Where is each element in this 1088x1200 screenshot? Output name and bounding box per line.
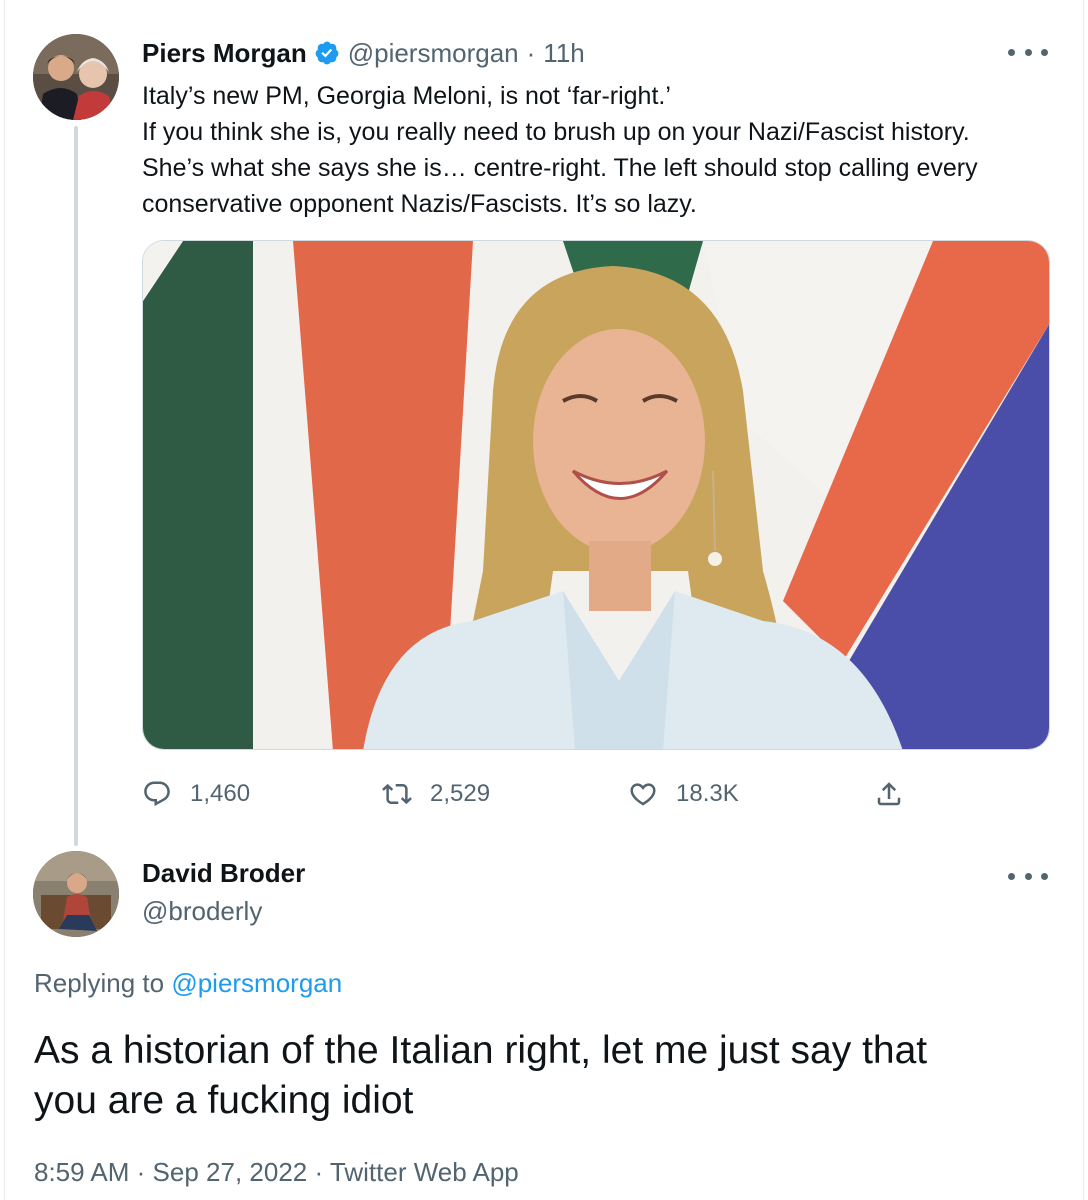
tweet-text-line: She’s what she says she is… centre-right… xyxy=(142,154,978,182)
tweet-text-line: conservative opponent Nazis/Fascists. It… xyxy=(142,190,697,218)
reply-text-line: As a historian of the Italian right, let… xyxy=(34,1029,928,1072)
retweet-count: 2,529 xyxy=(430,780,491,807)
reply-time[interactable]: 8:59 AM xyxy=(34,1157,129,1187)
reply-timestamp-line: 8:59 AM · Sep 27, 2022 · Twitter Web App xyxy=(34,1157,519,1188)
like-button[interactable]: 18.3K xyxy=(628,774,739,814)
tweet-time-ago[interactable]: 11h xyxy=(543,38,584,69)
author-handle[interactable]: @piersmorgan xyxy=(348,38,519,69)
heart-icon xyxy=(630,783,656,806)
reply-author-handle[interactable]: @broderly xyxy=(142,896,262,927)
meta-separator: · xyxy=(136,1157,146,1187)
tweet-text-line: Italy’s new PM, Georgia Meloni, is not ‘… xyxy=(142,82,671,110)
david-broder-avatar[interactable] xyxy=(33,851,119,937)
share-upload-icon xyxy=(877,782,901,806)
author-name[interactable]: Piers Morgan xyxy=(142,38,307,69)
parent-tweet-text: Italy’s new PM, Georgia Meloni, is not ‘… xyxy=(142,78,1052,222)
reply-source-app[interactable]: Twitter Web App xyxy=(330,1157,519,1187)
share-button[interactable] xyxy=(874,774,904,814)
verified-badge-icon xyxy=(314,40,340,66)
replying-to-line: Replying to @piersmorgan xyxy=(34,968,342,999)
retweet-arrows-icon xyxy=(382,783,412,805)
more-horizontal-icon[interactable] xyxy=(1008,864,1048,888)
replying-to-handle-link[interactable]: @piersmorgan xyxy=(171,968,342,998)
more-horizontal-icon[interactable] xyxy=(1008,40,1048,64)
reply-date[interactable]: Sep 27, 2022 xyxy=(153,1157,308,1187)
like-count: 18.3K xyxy=(676,780,739,807)
reply-count: 1,460 xyxy=(190,780,251,807)
replying-to-label: Replying to xyxy=(34,968,165,998)
reply-text-line: you are a fucking idiot xyxy=(34,1079,414,1122)
thread-connector-line xyxy=(74,126,78,846)
reply-author-name[interactable]: David Broder xyxy=(142,858,305,889)
parent-tweet-header: Piers Morgan @piersmorgan · 11h xyxy=(142,36,585,70)
speech-bubble-icon xyxy=(144,781,170,807)
retweet-button[interactable]: 2,529 xyxy=(382,774,490,814)
reply-tweet-text: As a historian of the Italian right, let… xyxy=(34,1026,1054,1126)
meta-separator: · xyxy=(314,1157,324,1187)
tweet-photo[interactable] xyxy=(142,240,1050,750)
meta-separator: · xyxy=(526,37,536,68)
reply-button[interactable]: 1,460 xyxy=(142,774,250,814)
tweet-actions-bar: 1,460 2,529 18.3K xyxy=(142,774,922,814)
piers-morgan-avatar[interactable] xyxy=(33,34,119,120)
tweet-text-line: If you think she is, you really need to … xyxy=(142,118,970,146)
